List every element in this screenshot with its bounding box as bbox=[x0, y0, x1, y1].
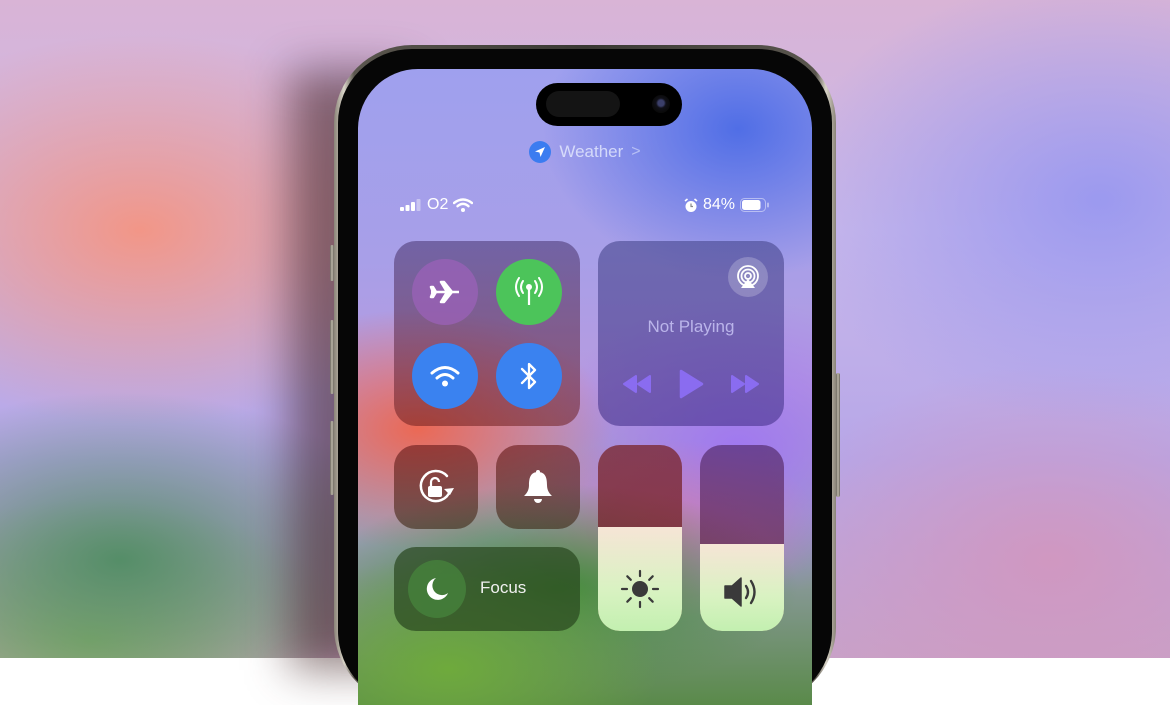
location-app-label: Weather bbox=[559, 142, 624, 161]
brightness-slider[interactable] bbox=[598, 445, 682, 631]
location-arrow-icon bbox=[529, 141, 552, 163]
wifi-status-icon bbox=[453, 198, 474, 212]
dynamic-island bbox=[536, 83, 682, 126]
rotation-lock-toggle[interactable] bbox=[394, 445, 478, 529]
iphone-frame: Weather > O2 84% Not Playing Focus bbox=[334, 45, 836, 705]
focus-moon-button bbox=[408, 560, 466, 618]
bluetooth-icon bbox=[520, 362, 537, 390]
now-playing-status: Not Playing bbox=[647, 317, 735, 336]
phone-bezel: Weather > O2 84% Not Playing Focus bbox=[338, 49, 832, 705]
fast-forward-icon[interactable] bbox=[730, 374, 760, 394]
airplane-mode-toggle[interactable] bbox=[412, 259, 478, 325]
chevron-right-icon: > bbox=[631, 143, 641, 160]
wifi-toggle[interactable] bbox=[412, 343, 478, 409]
volume-slider[interactable] bbox=[700, 445, 784, 631]
now-playing-module[interactable]: Not Playing bbox=[598, 241, 784, 426]
airplay-icon bbox=[737, 265, 759, 288]
face-id-sensor bbox=[546, 91, 620, 117]
moon-icon bbox=[426, 578, 448, 600]
play-icon[interactable] bbox=[678, 369, 704, 399]
focus-button[interactable]: Focus bbox=[394, 547, 580, 631]
speaker-icon bbox=[724, 577, 756, 607]
alarm-clock-icon bbox=[684, 197, 698, 212]
focus-label: Focus bbox=[480, 578, 527, 597]
front-camera bbox=[652, 95, 670, 113]
sun-icon bbox=[620, 569, 660, 609]
battery-percentage: 84% bbox=[702, 196, 735, 213]
bell-icon bbox=[524, 470, 552, 503]
rewind-icon[interactable] bbox=[622, 374, 652, 394]
cellular-data-toggle[interactable] bbox=[496, 259, 562, 325]
airplay-button[interactable] bbox=[728, 257, 768, 297]
location-indicator[interactable]: Weather > bbox=[358, 141, 812, 163]
antenna-icon bbox=[515, 277, 543, 305]
battery-icon bbox=[740, 198, 769, 212]
control-center-screen: Weather > O2 84% Not Playing Focus bbox=[358, 69, 812, 705]
airplane-icon bbox=[429, 280, 459, 304]
connectivity-module bbox=[394, 241, 580, 426]
status-bar: O2 84% bbox=[400, 196, 770, 214]
carrier-name: O2 bbox=[427, 196, 449, 213]
cellular-signal-icon bbox=[400, 199, 421, 211]
side-power-button bbox=[836, 373, 840, 497]
bluetooth-toggle[interactable] bbox=[496, 343, 562, 409]
rotation-lock-icon bbox=[419, 469, 454, 503]
wifi-icon bbox=[430, 366, 460, 387]
playback-controls bbox=[598, 369, 784, 399]
silent-mode-toggle[interactable] bbox=[496, 445, 580, 529]
